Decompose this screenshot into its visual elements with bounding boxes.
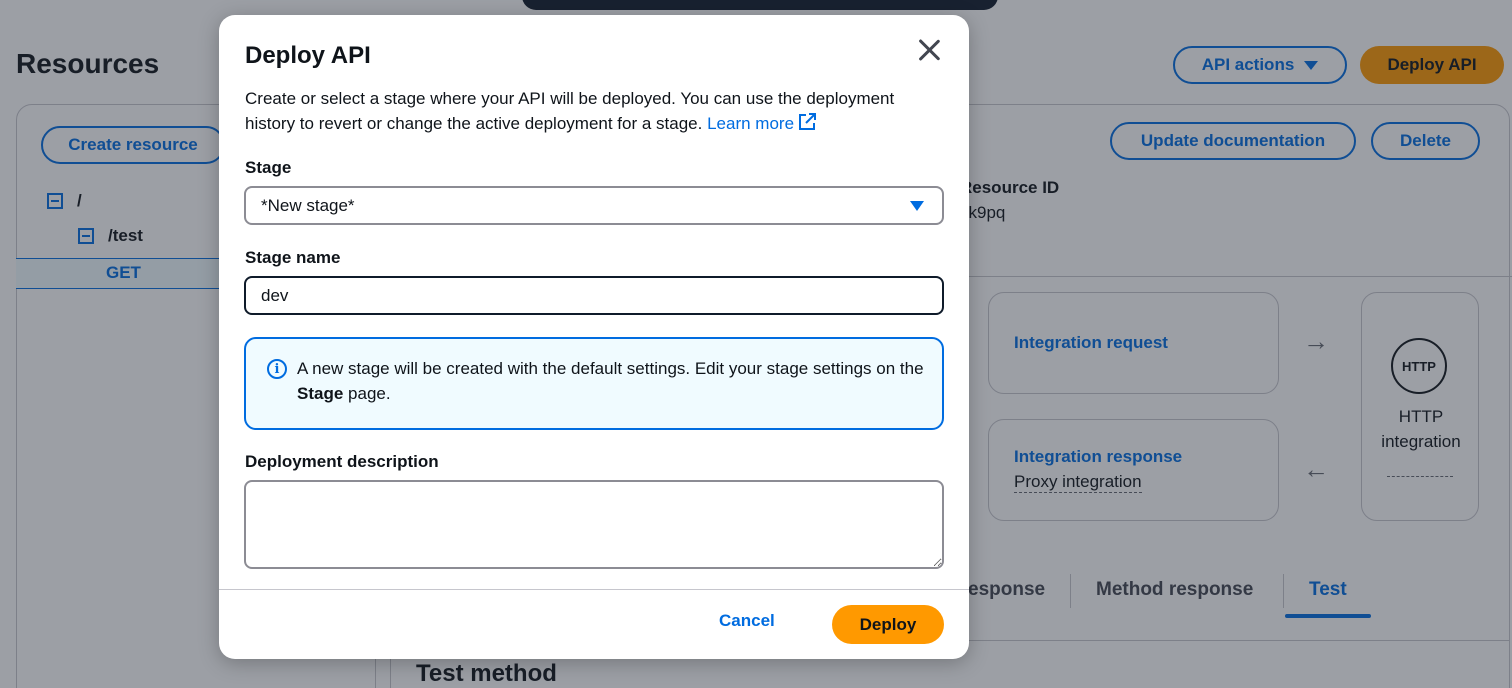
info-alert: i A new stage will be created with the d… <box>244 337 944 430</box>
stage-name-label: Stage name <box>245 248 341 267</box>
cancel-button[interactable]: Cancel <box>719 611 775 631</box>
info-text-after: page. <box>348 384 391 403</box>
info-text-bold: Stage <box>297 384 344 403</box>
learn-more-label: Learn more <box>707 114 795 133</box>
deploy-api-modal: Deploy API Create or select a stage wher… <box>219 15 969 659</box>
modal-description: Create or select a stage where your API … <box>245 86 945 136</box>
info-text: A new stage will be created with the def… <box>297 356 927 406</box>
stage-label: Stage <box>245 158 292 177</box>
modal-footer-divider <box>219 589 969 590</box>
external-link-icon <box>799 113 817 130</box>
learn-more-link[interactable]: Learn more <box>707 113 817 133</box>
stage-name-input[interactable] <box>244 276 944 315</box>
info-text-before: A new stage will be created with the def… <box>297 359 924 378</box>
close-icon[interactable] <box>915 35 943 63</box>
stage-select-value: *New stage* <box>261 195 355 215</box>
deployment-description-label: Deployment description <box>245 452 439 471</box>
caret-down-icon <box>910 201 924 211</box>
deploy-button[interactable]: Deploy <box>832 605 944 644</box>
modal-title: Deploy API <box>245 42 371 69</box>
stage-select[interactable]: *New stage* <box>244 186 944 225</box>
deployment-description-textarea[interactable] <box>244 480 944 569</box>
info-icon: i <box>267 359 287 379</box>
